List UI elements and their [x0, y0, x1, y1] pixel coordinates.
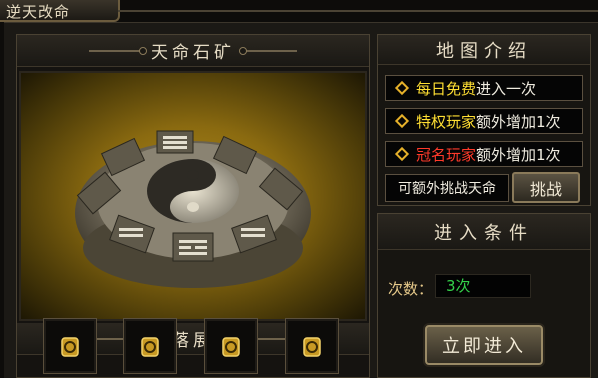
ornament-right	[239, 47, 297, 55]
diamond-bullet-icon	[394, 113, 410, 129]
drop-slot[interactable]	[204, 318, 258, 374]
map-scene-image	[19, 71, 367, 321]
intro-row-highlight: 每日免费	[416, 79, 477, 98]
enter-now-button[interactable]: 立即进入	[425, 325, 543, 365]
intro-row-highlight: 特权玩家	[416, 112, 477, 131]
intro-panel: 地图介绍 每日免费 进入一次 特权玩家 额外增加1次 冠名玩家 额外增加1次 可…	[377, 34, 591, 206]
intro-title: 地图介绍	[436, 40, 532, 62]
intro-row-text: 额外增加1次	[476, 145, 561, 164]
diamond-bullet-icon	[394, 146, 410, 162]
drop-slot[interactable]	[285, 318, 339, 374]
intro-panel-header: 地图介绍	[378, 35, 590, 65]
gold-scroll-gem-icon	[303, 337, 321, 357]
bagua-stone-ring-icon	[75, 130, 311, 288]
intro-row: 每日免费 进入一次	[385, 75, 583, 101]
ornament-left	[89, 47, 147, 55]
window-title-tab: 逆天改命	[0, 0, 120, 22]
count-value: 3次	[435, 274, 531, 298]
diamond-bullet-icon	[394, 80, 410, 96]
intro-row-highlight: 冠名玩家	[416, 145, 477, 164]
drop-slot[interactable]	[43, 318, 97, 374]
intro-row-text: 进入一次	[476, 79, 537, 98]
gold-scroll-gem-icon	[61, 337, 79, 357]
map-panel-header: 天命石矿	[17, 35, 369, 67]
condition-panel: 进入条件 次数： 3次 立即进入	[377, 213, 591, 378]
intro-row: 冠名玩家 额外增加1次	[385, 141, 583, 167]
map-title: 天命石矿	[151, 43, 235, 63]
condition-panel-header: 进入条件	[378, 214, 590, 250]
intro-row: 特权玩家 额外增加1次	[385, 108, 583, 134]
count-label: 次数：	[388, 280, 434, 298]
extra-challenge-text: 可额外挑战天命	[385, 174, 509, 202]
drop-slot[interactable]	[123, 318, 177, 374]
title-divider	[118, 10, 598, 12]
challenge-button[interactable]: 挑战	[512, 172, 580, 203]
condition-title: 进入条件	[434, 222, 534, 244]
gold-scroll-gem-icon	[222, 337, 240, 357]
intro-row-text: 额外增加1次	[476, 112, 561, 131]
gold-scroll-gem-icon	[141, 337, 159, 357]
window-title: 逆天改命	[6, 3, 71, 21]
